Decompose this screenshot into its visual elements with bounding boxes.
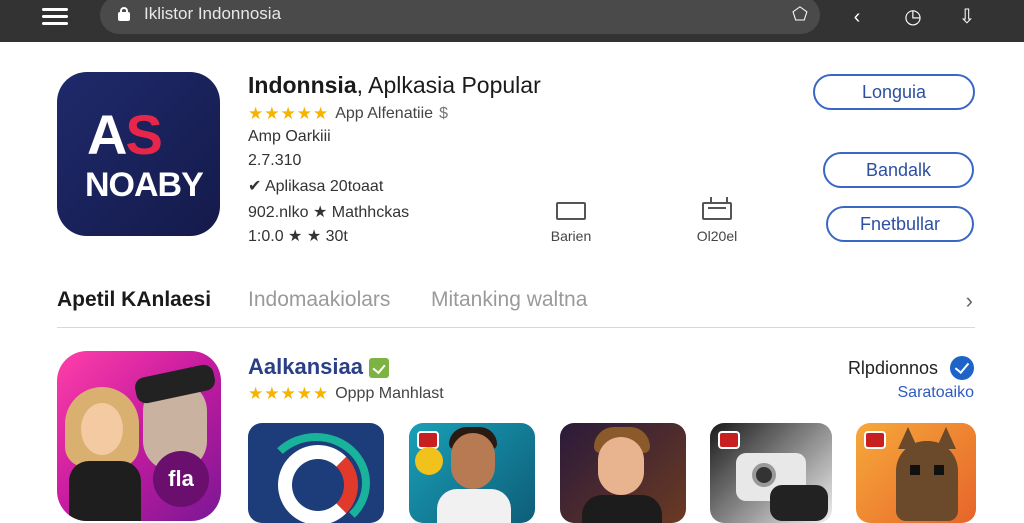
side-label: Rlpdionnos bbox=[847, 358, 938, 378]
currency-label: $ bbox=[439, 105, 448, 122]
primary-action-button[interactable]: Longuia bbox=[813, 74, 975, 110]
tab-second[interactable]: Indomaakiolars bbox=[248, 288, 390, 312]
address-bar[interactable]: Iklistor Indonnosia ⬠ bbox=[100, 0, 820, 34]
info-item-monitor: Barien bbox=[548, 202, 594, 244]
app-rating-row: ★★★★★ App Alfenatiie $ bbox=[248, 104, 448, 124]
check-badge-icon bbox=[368, 358, 389, 379]
app-thumbnail-5[interactable] bbox=[856, 423, 976, 523]
secondary-action-button[interactable]: Bandalk bbox=[823, 152, 974, 188]
featured-app-icon[interactable]: fla bbox=[57, 351, 221, 521]
lock-icon bbox=[118, 7, 130, 21]
app-icon-monogram: AS bbox=[87, 103, 163, 166]
browser-toolbar: Iklistor Indonnosia ⬠ ‹ ◷ ⇩ bbox=[0, 0, 1024, 42]
chevron-right-icon[interactable]: › bbox=[966, 288, 973, 314]
featured-rating-label: Oppp Manhlast bbox=[335, 385, 444, 402]
category-text: ✔ Aplikasa 20toaat bbox=[248, 178, 384, 195]
featured-icon-logo: fla bbox=[153, 451, 209, 507]
star-rating: ★★★★★ bbox=[248, 104, 330, 123]
tertiary-action-button[interactable]: Fnetbullar bbox=[826, 206, 974, 242]
clock-icon[interactable]: ◷ bbox=[900, 4, 926, 30]
app-thumbnail-1[interactable] bbox=[248, 423, 384, 523]
rating-number: 1:0.0 ★ ★ 30t bbox=[248, 228, 348, 245]
featured-rating-row: ★★★★★ Oppp Manhlast bbox=[248, 384, 444, 404]
menu-icon[interactable] bbox=[36, 4, 72, 30]
info-item-calendar: Ol20el bbox=[690, 197, 744, 244]
back-icon[interactable]: ‹ bbox=[844, 4, 870, 30]
app-title: Indonnsia, Aplkasia Popular bbox=[248, 72, 541, 98]
downloads-text: 902.nlko ★ Mathhckas bbox=[248, 204, 410, 221]
version-text: 2.7.310 bbox=[248, 152, 302, 169]
featured-star-rating: ★★★★★ bbox=[248, 384, 330, 403]
app-thumbnail-3[interactable] bbox=[560, 423, 686, 523]
share-icon[interactable]: ⇩ bbox=[954, 4, 980, 30]
tab-third[interactable]: Mitanking waltna bbox=[431, 288, 587, 312]
app-thumbnail-4[interactable] bbox=[710, 423, 832, 523]
pentagon-icon[interactable]: ⬠ bbox=[790, 4, 810, 24]
rating-label: App Alfenatiie bbox=[335, 105, 434, 122]
app-thumbnail-2[interactable] bbox=[409, 423, 535, 523]
tab-active[interactable]: Apetil KAnlaesi bbox=[57, 288, 211, 312]
monitor-icon bbox=[556, 202, 586, 220]
side-link[interactable]: Saratoaiko bbox=[898, 384, 975, 402]
address-text: Iklistor Indonnosia bbox=[144, 4, 282, 23]
section-tabs: Apetil KAnlaesi Indomaakiolars Mitanking… bbox=[57, 288, 975, 328]
verified-check-icon bbox=[950, 356, 974, 380]
featured-title[interactable]: Aalkansiaa bbox=[248, 354, 389, 380]
app-icon[interactable]: AS NOABY bbox=[57, 72, 220, 236]
developer-name[interactable]: Amp Oarkiii bbox=[248, 128, 331, 146]
calendar-icon bbox=[702, 197, 732, 220]
app-icon-wordmark: NOABY bbox=[85, 166, 204, 204]
